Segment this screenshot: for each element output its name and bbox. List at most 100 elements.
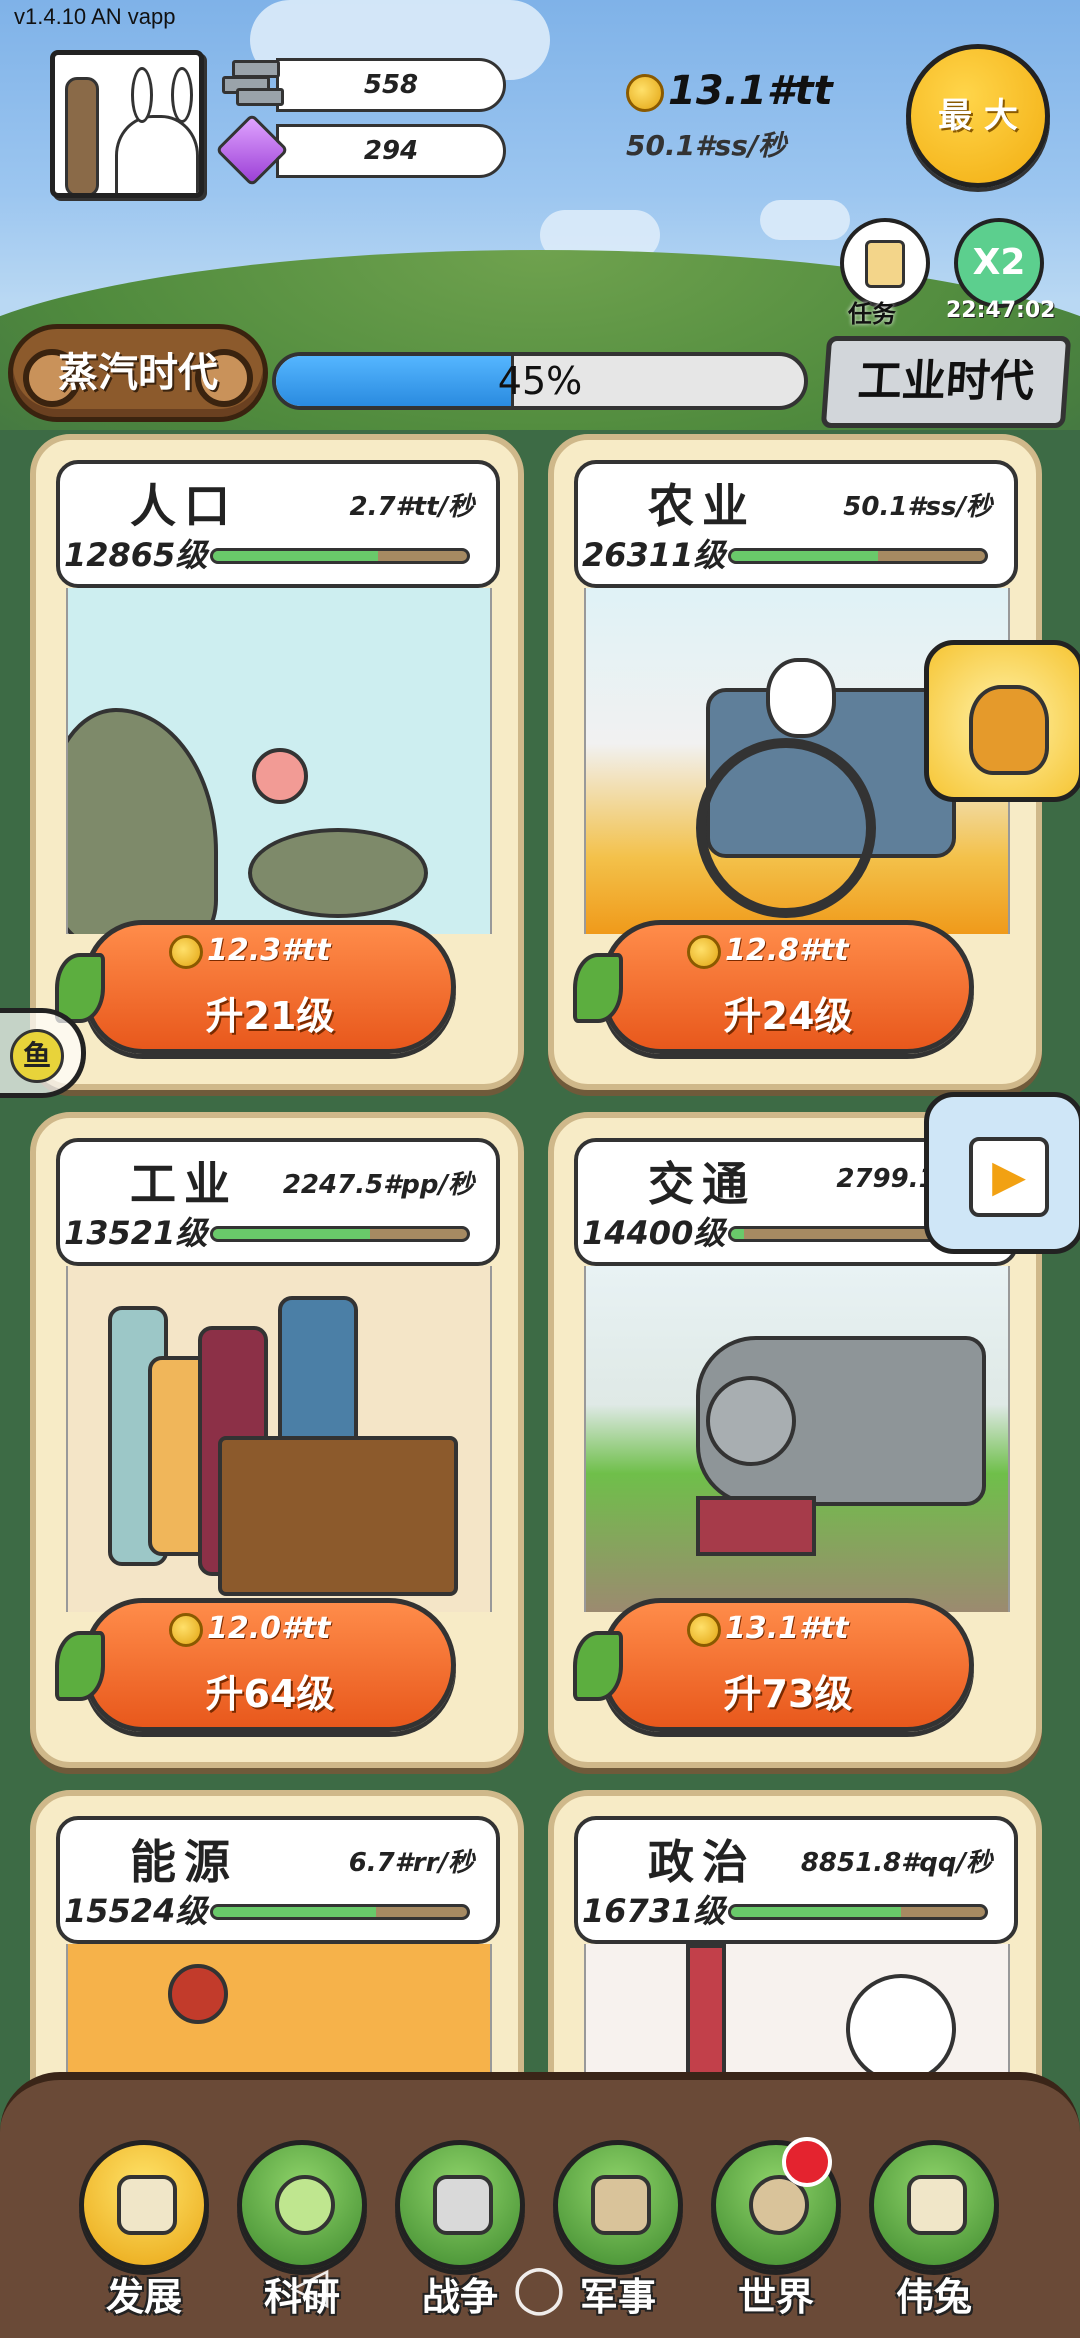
- valve-icon: [168, 1964, 228, 2024]
- coin-icon: [687, 1612, 721, 1647]
- card-header: 工业 2247.5#pp/秒 13521级: [56, 1138, 500, 1266]
- card-level-bar-fill: [731, 1907, 902, 1917]
- coin-icon: [169, 1612, 203, 1647]
- card-level: 16731级: [582, 1892, 726, 1930]
- boost-timer: 22:47:02: [946, 298, 1056, 323]
- bunny-ear: [171, 67, 193, 123]
- nav-great-rabbit[interactable]: 伟兔: [864, 2140, 1004, 2330]
- iron-resource: 558: [276, 58, 506, 112]
- upgrade-carrot-button[interactable]: 12.0#tt 升64级: [55, 1598, 456, 1732]
- upgrade-cost: 13.1#tt: [687, 1611, 849, 1647]
- notification-dot: [782, 2137, 832, 2187]
- card-level-bar: [728, 1904, 988, 1920]
- upgrade-carrot-button[interactable]: 12.8#tt 升24级: [573, 920, 974, 1054]
- card-rate: 2247.5#pp/秒: [282, 1170, 474, 1200]
- develop-button[interactable]: [79, 2140, 209, 2270]
- card-header: 农业 50.1#ss/秒 26311级: [574, 460, 1018, 588]
- card-title: 工业: [130, 1157, 238, 1211]
- tree-branch: [248, 828, 428, 918]
- upgrade-carrot-button[interactable]: 12.3#tt 升21级: [55, 920, 456, 1054]
- flask-icon: [275, 2175, 335, 2235]
- card-rate: 6.7#rr/秒: [348, 1848, 474, 1878]
- bunny-icon: [115, 115, 199, 193]
- nav-label: 发展: [105, 2275, 182, 2319]
- card-level: 26311级: [582, 536, 726, 574]
- nav-military[interactable]: 军事: [548, 2140, 688, 2330]
- nav-world[interactable]: 世界: [706, 2137, 846, 2330]
- nav-label: 军事: [579, 2275, 656, 2319]
- upgrade-cost-value: 12.3#tt: [207, 933, 331, 968]
- clipboard-icon: [865, 240, 905, 288]
- crossed-swords-icon: [433, 2175, 493, 2235]
- card-title: 能源: [130, 1835, 238, 1889]
- portrait-icon: [907, 2175, 967, 2235]
- system-home-icon[interactable]: ○: [512, 2250, 566, 2323]
- helmet-icon: [591, 2175, 651, 2235]
- military-button[interactable]: [553, 2140, 683, 2270]
- cloud: [760, 200, 850, 240]
- gem-bag-reward-button[interactable]: [924, 640, 1080, 802]
- nav-label: 世界: [737, 2275, 814, 2319]
- card-level: 15524级: [64, 1892, 208, 1930]
- tree-trunk: [68, 708, 218, 934]
- play-icon: ▶: [969, 1137, 1049, 1217]
- upgrade-cost-value: 12.8#tt: [725, 933, 849, 968]
- card-level-bar-fill: [213, 551, 379, 561]
- upgrade-carrot-button[interactable]: 13.1#tt 升73级: [573, 1598, 974, 1732]
- card-level: 14400级: [582, 1214, 726, 1252]
- card-title: 农业: [648, 479, 756, 533]
- coin-icon: [169, 934, 203, 969]
- card-level: 12865级: [64, 536, 208, 574]
- upgrade-levels: 升21级: [205, 994, 335, 1038]
- version-label: v1.4.10 AN vapp: [14, 4, 176, 29]
- great-rabbit-button[interactable]: [869, 2140, 999, 2270]
- bunny-icon: [846, 1974, 956, 2084]
- tractor-wheel: [696, 738, 876, 918]
- research-button[interactable]: [237, 2140, 367, 2270]
- gem-amount: 294: [363, 136, 419, 166]
- war-button[interactable]: [395, 2140, 525, 2270]
- card-title: 人口: [130, 479, 238, 533]
- card-level-bar-fill: [731, 551, 879, 561]
- population-scene: [66, 588, 492, 934]
- nav-war[interactable]: 战争: [390, 2140, 530, 2330]
- upgrade-cost-value: 13.1#tt: [725, 1611, 849, 1646]
- world-button[interactable]: [711, 2137, 841, 2270]
- card-level-bar: [210, 1226, 470, 1242]
- nav-label: 伟兔: [895, 2275, 972, 2319]
- player-avatar[interactable]: [50, 50, 204, 198]
- current-era-badge: 蒸汽时代: [8, 324, 268, 422]
- coin-total: 13.1#tt: [626, 68, 833, 114]
- upgrade-cost-value: 12.0#tt: [207, 1611, 331, 1646]
- locomotive-front: [706, 1376, 796, 1466]
- upgrade-cost: 12.3#tt: [169, 933, 331, 969]
- card-level-bar: [210, 548, 470, 564]
- fish-side-button[interactable]: 鱼: [0, 1008, 86, 1098]
- next-era-button[interactable]: 工业时代: [820, 336, 1072, 428]
- upgrade-levels: 升73级: [723, 1672, 853, 1716]
- video-ad-button[interactable]: ▶: [924, 1092, 1080, 1254]
- industry-scene: [66, 1266, 492, 1612]
- card-level-bar-fill: [731, 1229, 744, 1239]
- era-progress-bar: 45%: [272, 352, 808, 410]
- card-header: 能源 6.7#rr/秒 15524级: [56, 1816, 500, 1944]
- card-level-bar-fill: [213, 1907, 376, 1917]
- card-header: 人口 2.7#tt/秒 12865级: [56, 460, 500, 588]
- card-level-bar: [210, 1904, 470, 1920]
- bag-icon: [969, 685, 1049, 775]
- cowcatcher: [696, 1496, 816, 1556]
- flag-icon: [686, 1944, 726, 2084]
- card-rate: 2.7#tt/秒: [349, 492, 474, 522]
- system-back-icon[interactable]: ◁: [290, 2256, 328, 2314]
- nav-develop[interactable]: 发展: [74, 2140, 214, 2330]
- nav-label: 战争: [421, 2275, 498, 2319]
- max-button[interactable]: 最 大: [906, 44, 1050, 188]
- iron-amount: 558: [363, 70, 419, 100]
- card-rate: 50.1#ss/秒: [843, 492, 992, 522]
- card-level-bar-fill: [213, 1229, 371, 1239]
- card-level-bar: [728, 548, 988, 564]
- double-boost-button[interactable]: X2: [954, 218, 1044, 308]
- card-title: 交通: [648, 1157, 756, 1211]
- task-label: 任务: [848, 300, 896, 328]
- bunny-ear: [131, 67, 153, 123]
